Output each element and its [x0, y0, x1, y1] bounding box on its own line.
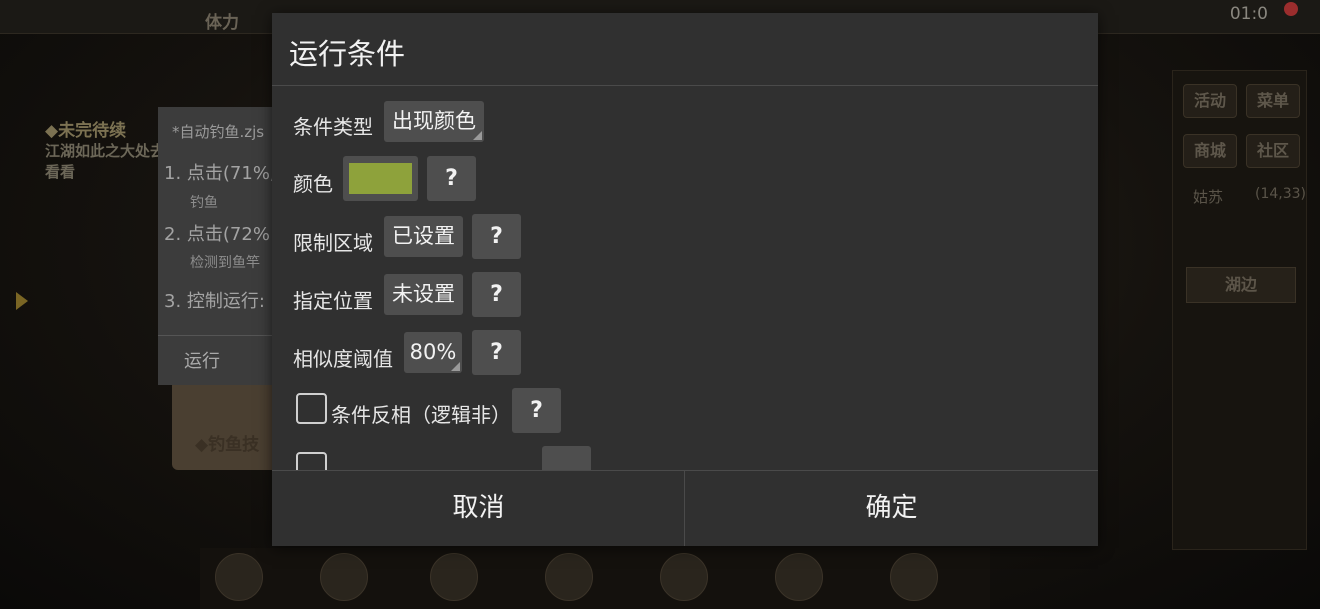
script-step-1: 1. 点击(71%, [164, 163, 276, 184]
script-run-button: 运行 [184, 351, 220, 372]
color-label: 颜色 [293, 172, 333, 196]
divider [158, 335, 278, 336]
dialog-body[interactable]: 条件类型 出现颜色 颜色 ? 限制区域 已设置 ? 指定位置 未设置 ? 相似度… [272, 86, 1098, 470]
position-help-button[interactable]: ? [472, 272, 521, 317]
limit-region-button[interactable]: 已设置 [384, 216, 463, 257]
confirm-button[interactable]: 确定 [685, 471, 1098, 546]
threshold-help-button[interactable]: ? [472, 330, 521, 375]
script-step-1-note: 钓鱼 [190, 195, 218, 211]
script-panel: *自动钓鱼.zjs 1. 点击(71%, 钓鱼 2. 点击(72% 检测到鱼竿 … [158, 107, 278, 385]
dialog-title: 运行条件 [289, 37, 406, 71]
script-title: *自动钓鱼.zjs [172, 123, 265, 141]
script-step-2: 2. 点击(72% [164, 224, 270, 245]
scroll-text: ◆钓鱼技 [195, 435, 260, 455]
game-top-tab: 体力 [205, 13, 239, 33]
bottom-menu-icon [660, 553, 708, 601]
cancel-button[interactable]: 取消 [272, 471, 685, 546]
run-condition-dialog: 运行条件 条件类型 出现颜色 颜色 ? 限制区域 已设置 ? 指定位置 未设置 … [272, 13, 1098, 546]
position-button[interactable]: 未设置 [384, 274, 463, 315]
script-step-3: 3. 控制运行: [164, 291, 265, 312]
color-picker-button[interactable] [343, 156, 418, 201]
bottom-menu-icon [215, 553, 263, 601]
bottom-menu-icon [890, 553, 938, 601]
lake-label: 湖边 [1186, 267, 1296, 303]
quest-text: 江湖如此之大处去看看 [45, 142, 166, 181]
activity-button: 活动 [1183, 84, 1237, 118]
script-step-2-note: 检测到鱼竿 [190, 255, 260, 271]
bottom-menu-icon [545, 553, 593, 601]
condition-type-dropdown[interactable]: 出现颜色 [384, 101, 484, 142]
shop-button: 商城 [1183, 134, 1237, 168]
next-option-checkbox[interactable] [296, 452, 327, 470]
condition-type-label: 条件类型 [293, 115, 373, 139]
scroll-decoration [172, 380, 282, 470]
invert-help-button[interactable]: ? [512, 388, 561, 433]
threshold-label: 相似度阈值 [293, 347, 393, 371]
color-help-button[interactable]: ? [427, 156, 476, 201]
community-button: 社区 [1246, 134, 1300, 168]
bottom-menu-icon [430, 553, 478, 601]
threshold-dropdown[interactable]: 80% [404, 332, 462, 373]
position-label: 指定位置 [293, 289, 373, 313]
quest-title: ◆未完待续 [45, 121, 127, 141]
record-dot-icon [1284, 2, 1298, 16]
bottom-menu-icon [320, 553, 368, 601]
game-bottom-bar [200, 548, 990, 609]
expand-arrow-icon [16, 292, 28, 310]
next-option-help-button[interactable] [542, 446, 591, 470]
menu-button: 菜单 [1246, 84, 1300, 118]
location-coords: (14,33) [1255, 186, 1307, 202]
limit-region-label: 限制区域 [293, 231, 373, 255]
color-swatch [349, 163, 412, 194]
location-name: 姑苏 [1193, 188, 1224, 206]
limit-region-help-button[interactable]: ? [472, 214, 521, 259]
invert-label: 条件反相（逻辑非） [331, 403, 511, 427]
game-clock: 01:0 [1229, 4, 1268, 24]
bottom-menu-icon [775, 553, 823, 601]
invert-checkbox[interactable] [296, 393, 327, 424]
